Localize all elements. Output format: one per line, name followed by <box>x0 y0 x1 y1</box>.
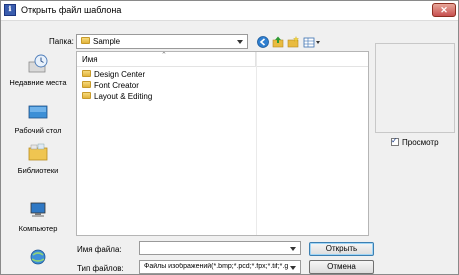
up-folder-icon[interactable] <box>272 36 284 48</box>
new-folder-icon[interactable] <box>287 36 299 48</box>
back-icon[interactable] <box>257 36 269 48</box>
window-title: Открыть файл шаблона <box>21 5 122 15</box>
place-computer[interactable]: Компьютер <box>6 200 70 233</box>
libraries-icon <box>28 143 48 161</box>
column-divider <box>256 52 257 235</box>
filename-label: Имя файла: <box>77 245 122 254</box>
folder-label: Папка: <box>49 37 74 46</box>
list-header: ⌃ Имя <box>77 52 368 67</box>
folder-icon <box>82 81 91 89</box>
cancel-button[interactable]: Отмена <box>309 260 374 274</box>
place-label: Компьютер <box>18 224 58 233</box>
chevron-down-icon <box>290 247 296 251</box>
list-item[interactable]: Font Creator <box>82 80 139 91</box>
filename-input[interactable] <box>139 241 301 255</box>
app-icon: ℹ <box>4 4 16 16</box>
place-desktop[interactable]: Рабочий стол <box>6 102 70 135</box>
chevron-down-icon <box>290 266 296 270</box>
folder-combo[interactable]: Sample <box>76 34 248 49</box>
place-libraries[interactable]: Библиотеки <box>6 142 70 175</box>
computer-icon <box>30 202 46 217</box>
open-template-dialog: ℹ Открыть файл шаблона ✕ Папка: Sample Н… <box>0 0 459 275</box>
folder-icon <box>81 37 90 45</box>
view-menu-icon[interactable] <box>303 36 321 48</box>
filetype-select[interactable]: Файлы изображений(*.bmp;*.pcd;*.fpx;*.ti… <box>139 260 301 274</box>
recent-places-icon <box>28 54 48 73</box>
place-label: Библиотеки <box>17 166 59 175</box>
folder-icon <box>82 70 91 78</box>
filetype-label: Тип файлов: <box>77 264 124 273</box>
list-item[interactable]: Layout & Editing <box>82 91 152 102</box>
list-item[interactable]: Design Center <box>82 69 145 80</box>
place-recent[interactable]: Недавние места <box>6 54 70 87</box>
place-label: Рабочий стол <box>14 126 62 135</box>
preview-pane <box>375 43 455 133</box>
chevron-down-icon <box>237 40 243 44</box>
title-bar: ℹ Открыть файл шаблона ✕ <box>1 1 458 21</box>
column-header-name[interactable]: ⌃ Имя <box>77 52 256 66</box>
folder-icon <box>82 92 91 100</box>
places-bar: Недавние места Рабочий стол Библиотеки К… <box>6 50 70 272</box>
preview-label: Просмотр <box>402 138 439 147</box>
place-label: Недавние места <box>9 78 67 87</box>
sort-ascending-icon: ⌃ <box>161 52 167 59</box>
preview-checkbox[interactable] <box>391 136 399 146</box>
network-icon <box>30 249 46 265</box>
file-list[interactable]: ⌃ Имя Design Center Font Creator Layout … <box>76 51 369 236</box>
desktop-icon <box>28 105 48 119</box>
current-folder: Sample <box>93 37 121 46</box>
close-button[interactable]: ✕ <box>432 3 456 17</box>
open-button[interactable]: Открыть <box>309 242 374 256</box>
place-network[interactable] <box>6 248 70 270</box>
